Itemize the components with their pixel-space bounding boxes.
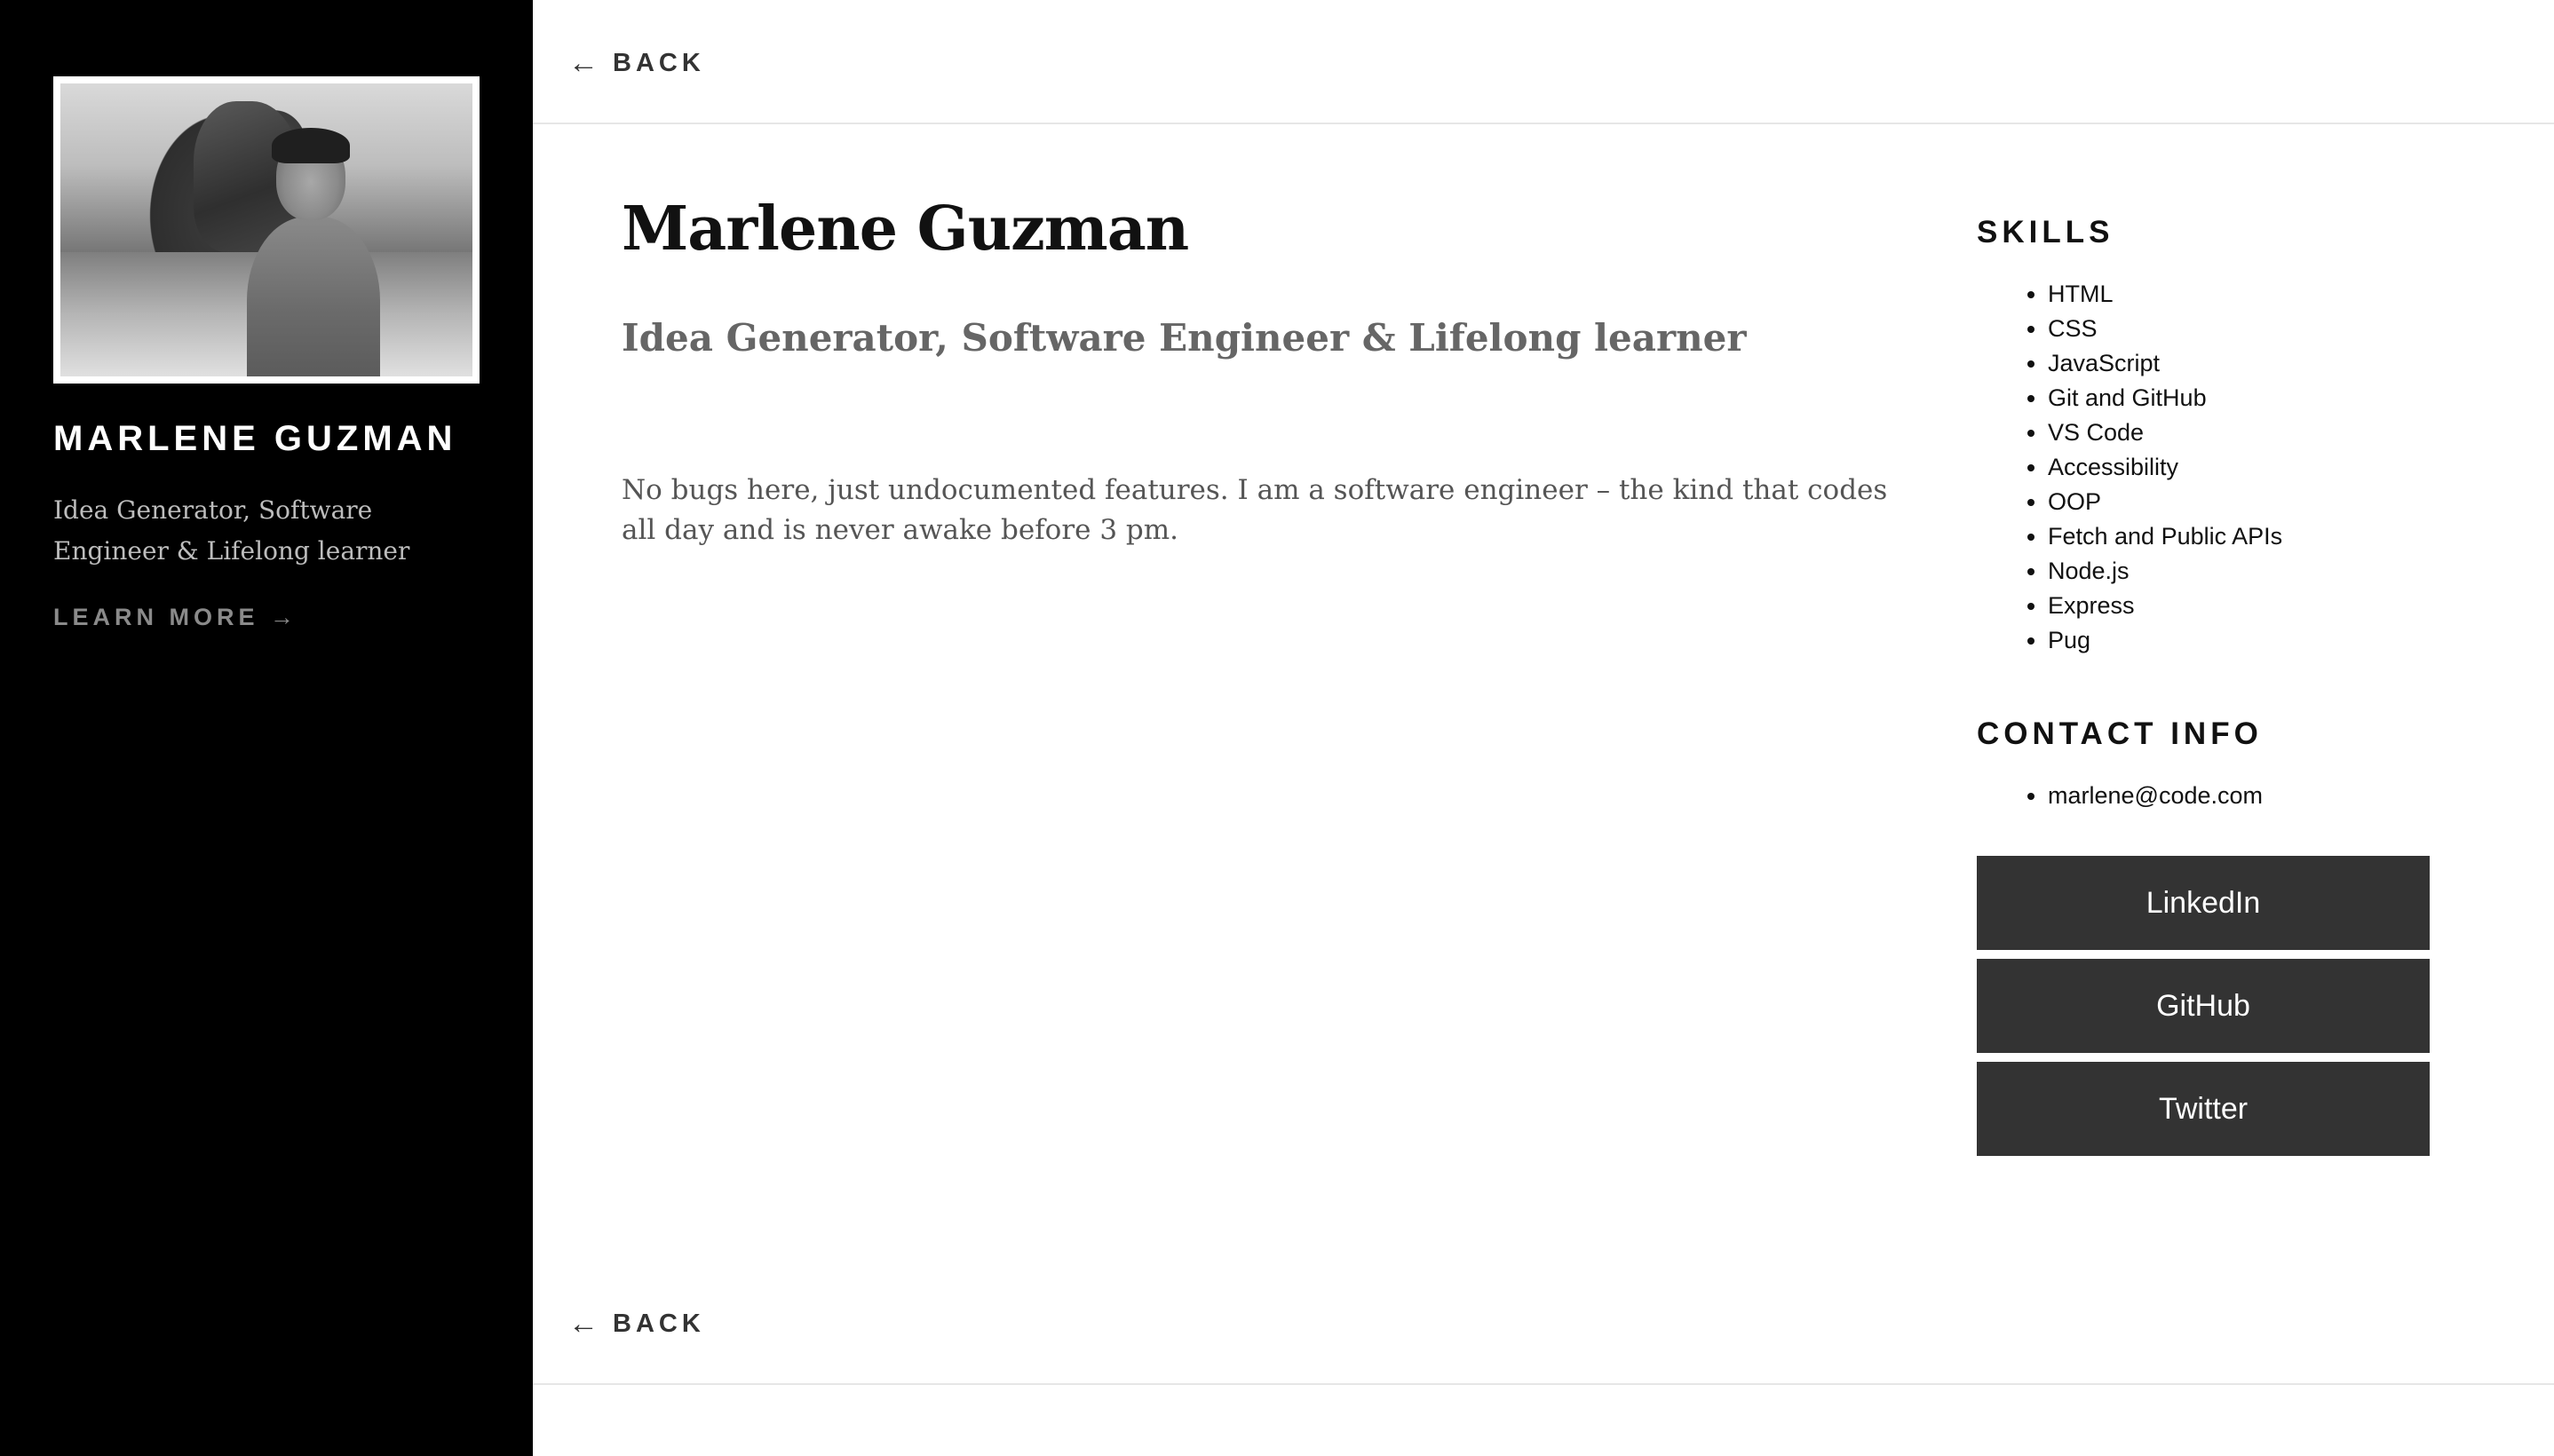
contact-heading: CONTACT INFO <box>1977 716 2263 751</box>
skill-item: Express <box>2048 589 2439 623</box>
skills-list: HTML CSS JavaScript Git and GitHub VS Co… <box>2048 277 2439 658</box>
avatar-hair-shape <box>272 128 350 163</box>
bottom-nav: ← BACK <box>533 1261 2554 1385</box>
skill-item: Node.js <box>2048 554 2439 589</box>
back-label: BACK <box>613 49 705 77</box>
avatar-body-shape <box>247 217 380 376</box>
skill-item: VS Code <box>2048 415 2439 450</box>
sidebar-name: MARLENE GUZMAN <box>53 419 457 458</box>
contact-list: marlene@code.com <box>2048 779 2439 813</box>
linkedin-button[interactable]: LinkedIn <box>1977 856 2430 950</box>
back-label: BACK <box>613 1310 705 1338</box>
top-nav: ← BACK <box>533 0 2554 124</box>
contact-email: marlene@code.com <box>2048 779 2439 813</box>
back-link-top[interactable]: ← BACK <box>568 46 705 81</box>
twitter-button[interactable]: Twitter <box>1977 1062 2430 1156</box>
skill-item: Pug <box>2048 623 2439 658</box>
sidebar: MARLENE GUZMAN Idea Generator, Software … <box>0 0 533 1456</box>
skill-item: OOP <box>2048 485 2439 519</box>
skill-item: HTML <box>2048 277 2439 312</box>
back-link-bottom[interactable]: ← BACK <box>568 1307 705 1341</box>
info-column: SKILLS HTML CSS JavaScript Git and GitHu… <box>1977 215 2439 1165</box>
page-title: Marlene Guzman <box>622 194 1189 265</box>
portfolio-page: MARLENE GUZMAN Idea Generator, Software … <box>0 0 2554 1456</box>
avatar-frame <box>53 76 480 384</box>
skill-item: Fetch and Public APIs <box>2048 519 2439 554</box>
bio-text: No bugs here, just undocumented features… <box>622 474 1888 546</box>
skill-item: JavaScript <box>2048 346 2439 381</box>
skills-heading: SKILLS <box>1977 215 2114 249</box>
back-arrow-icon: ← <box>568 1307 599 1341</box>
page-subtitle: Idea Generator, Software Engineer & Life… <box>622 316 1747 360</box>
learn-more-link[interactable]: LEARN MORE → <box>53 604 298 631</box>
back-arrow-icon: ← <box>568 46 599 80</box>
skill-item: Accessibility <box>2048 450 2439 485</box>
skill-item: CSS <box>2048 312 2439 346</box>
social-buttons: LinkedIn GitHub Twitter <box>1977 856 2439 1156</box>
github-button[interactable]: GitHub <box>1977 959 2430 1053</box>
avatar <box>60 83 472 376</box>
skill-item: Git and GitHub <box>2048 381 2439 415</box>
sidebar-tagline: Idea Generator, Software Engineer & Life… <box>53 495 410 566</box>
